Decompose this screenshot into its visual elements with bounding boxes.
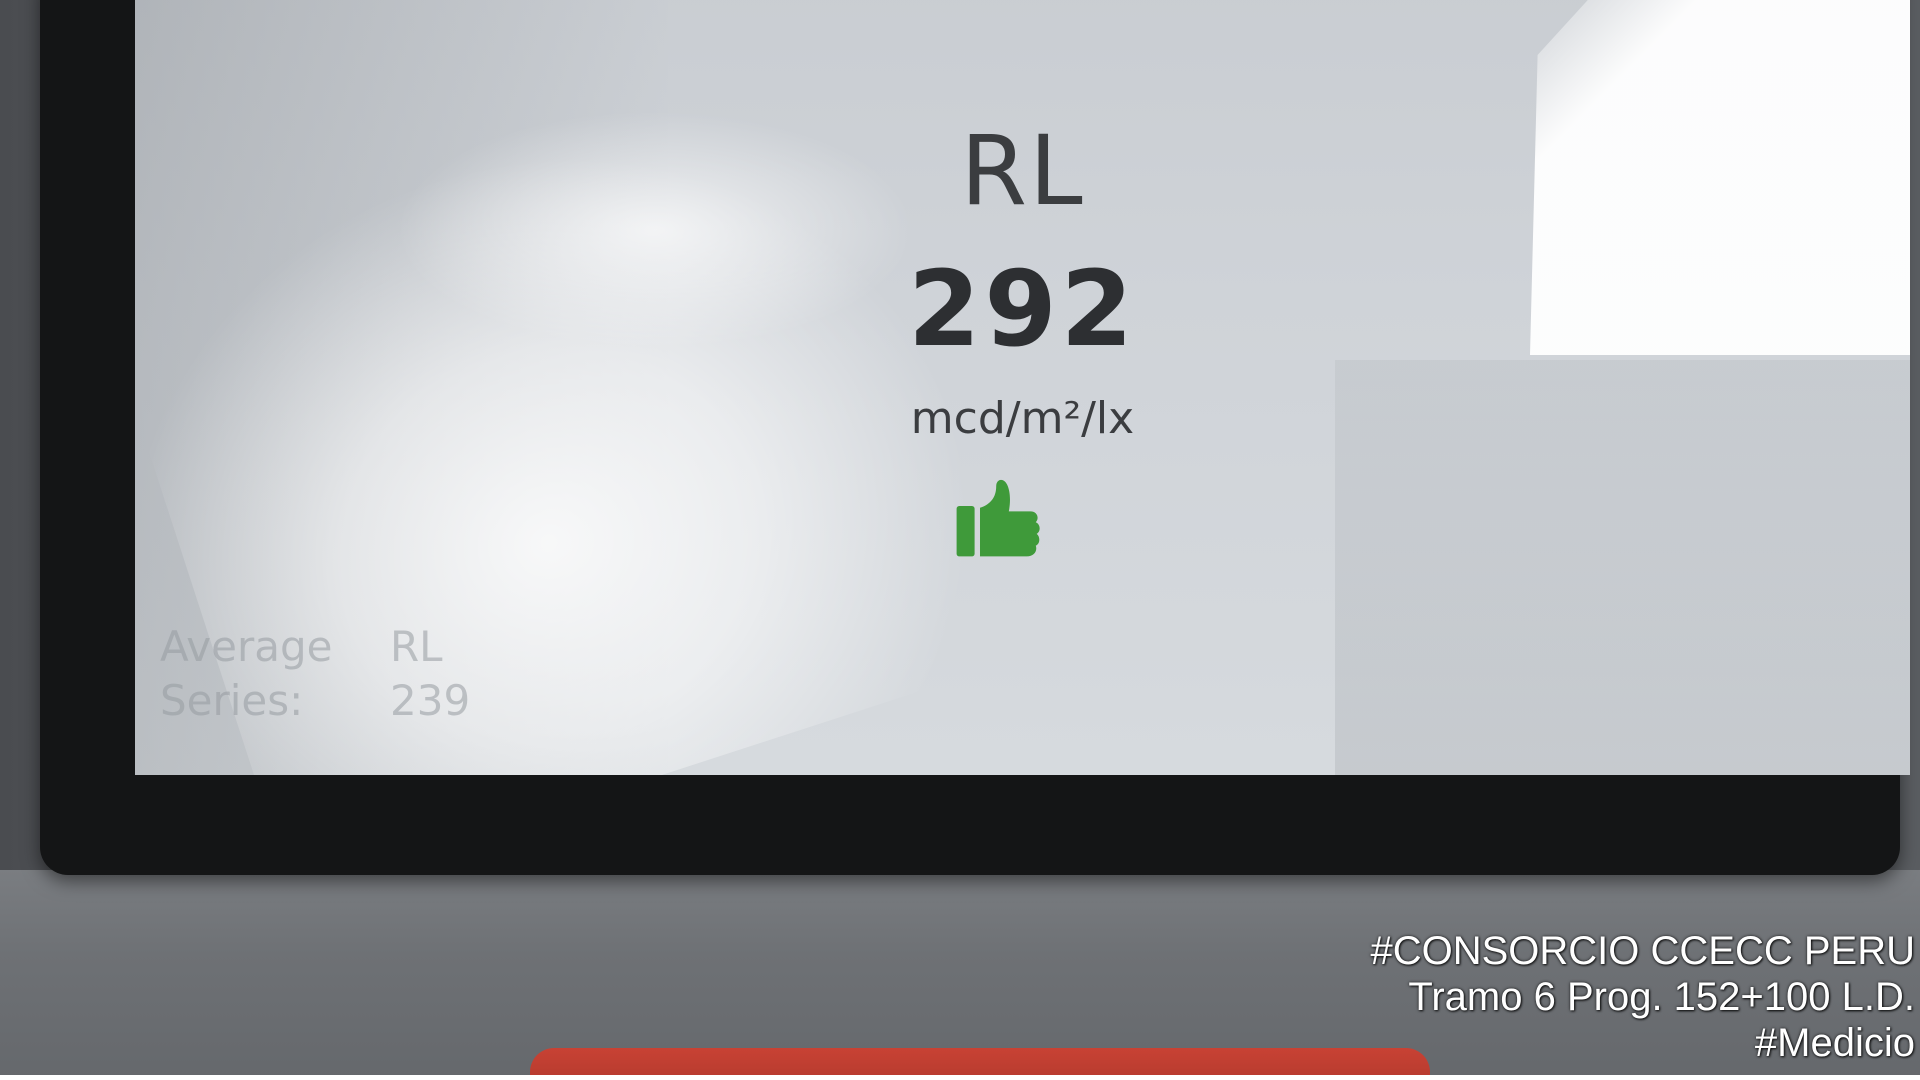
watermark-line: #CONSORCIO CCECC PERU xyxy=(1370,929,1915,973)
watermark-line: Tramo 6 Prog. 152+100 L.D. xyxy=(1408,975,1915,1019)
measurement-unit: mcd/m²/lx xyxy=(910,393,1135,444)
average-label: Average xyxy=(160,622,333,671)
measurement-value: 292 xyxy=(907,248,1138,370)
thumbs-up-icon xyxy=(956,479,1040,557)
average-metric: RL xyxy=(390,622,443,671)
photo-watermark: #CONSORCIO CCECC PERU Tramo 6 Prog. 152+… xyxy=(1370,928,1915,1066)
photo: #4112 RL 292 mcd/m²/lx Average RL Series… xyxy=(0,0,1920,1080)
image-bottom-border xyxy=(0,1075,1920,1080)
screen-frame: #4112 RL 292 mcd/m²/lx Average RL Series… xyxy=(40,0,1910,875)
watermark-line: #Medicio xyxy=(1754,1021,1915,1065)
series-label: Series: xyxy=(160,676,304,725)
average-series: Average RL Series: 239 xyxy=(160,620,470,728)
measure-label: RL xyxy=(960,115,1085,227)
average-value: 239 xyxy=(390,676,471,725)
device-screen: #4112 RL 292 mcd/m²/lx Average RL Series… xyxy=(135,0,1910,775)
